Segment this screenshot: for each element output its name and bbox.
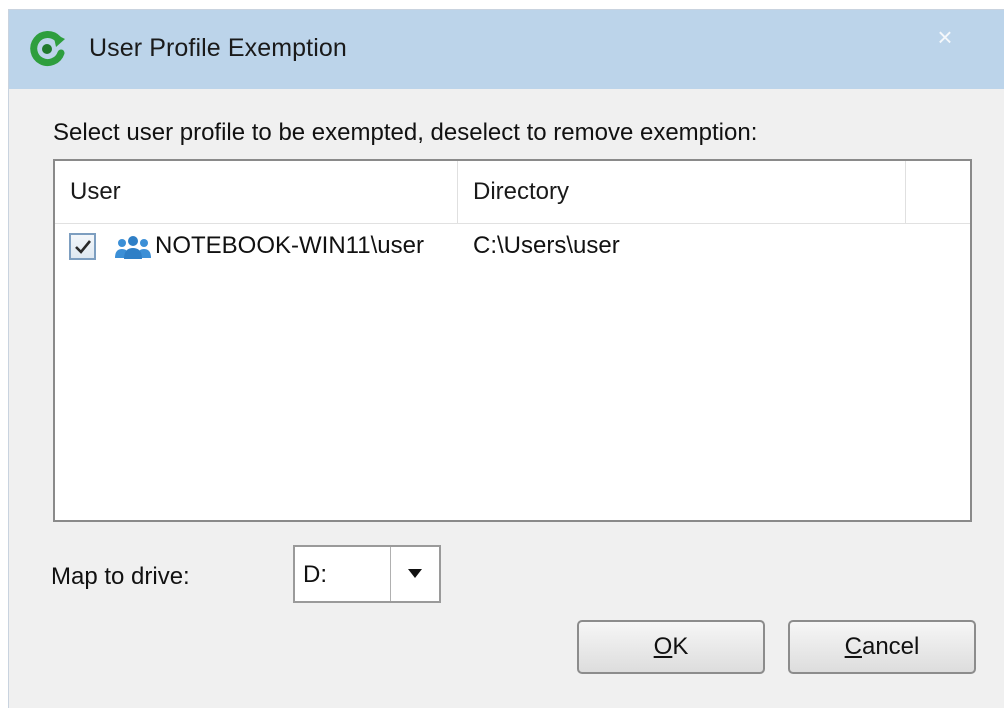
column-header-empty (906, 161, 972, 223)
checkmark-icon (75, 240, 92, 254)
list-header: User Directory (55, 161, 970, 224)
cell-directory: C:\Users\user (473, 232, 620, 259)
map-to-drive-label: Map to drive: (51, 563, 190, 590)
dialog-window: User Profile Exemption × Select user pro… (8, 9, 1004, 708)
cell-user-name: NOTEBOOK-WIN11\user (155, 232, 424, 259)
exempt-checkbox[interactable] (69, 233, 96, 260)
drive-select[interactable]: D: (293, 545, 441, 603)
column-header-directory[interactable]: Directory (458, 161, 906, 223)
cancel-button[interactable]: Cancel (788, 620, 976, 674)
drive-select-value: D: (303, 561, 327, 588)
app-refresh-icon (28, 29, 68, 69)
dropdown-arrow-button[interactable] (390, 547, 439, 601)
ok-button[interactable]: OK (577, 620, 765, 674)
instruction-label: Select user profile to be exempted, dese… (53, 119, 758, 146)
ok-mnemonic: O (653, 633, 673, 660)
chevron-down-icon (408, 569, 422, 578)
cancel-label: ancel (861, 633, 920, 660)
close-button[interactable]: × (932, 24, 958, 50)
title-bar: User Profile Exemption × (9, 10, 1004, 89)
list-item[interactable]: NOTEBOOK-WIN11\user C:\Users\user (55, 226, 970, 268)
user-profile-list[interactable]: User Directory NOTEBOOK-WIN11\user C:\Us… (53, 159, 972, 522)
column-header-user[interactable]: User (55, 161, 458, 223)
cancel-mnemonic: C (844, 633, 862, 660)
users-icon (113, 234, 153, 260)
window-title: User Profile Exemption (89, 34, 347, 62)
ok-label: K (672, 633, 689, 660)
